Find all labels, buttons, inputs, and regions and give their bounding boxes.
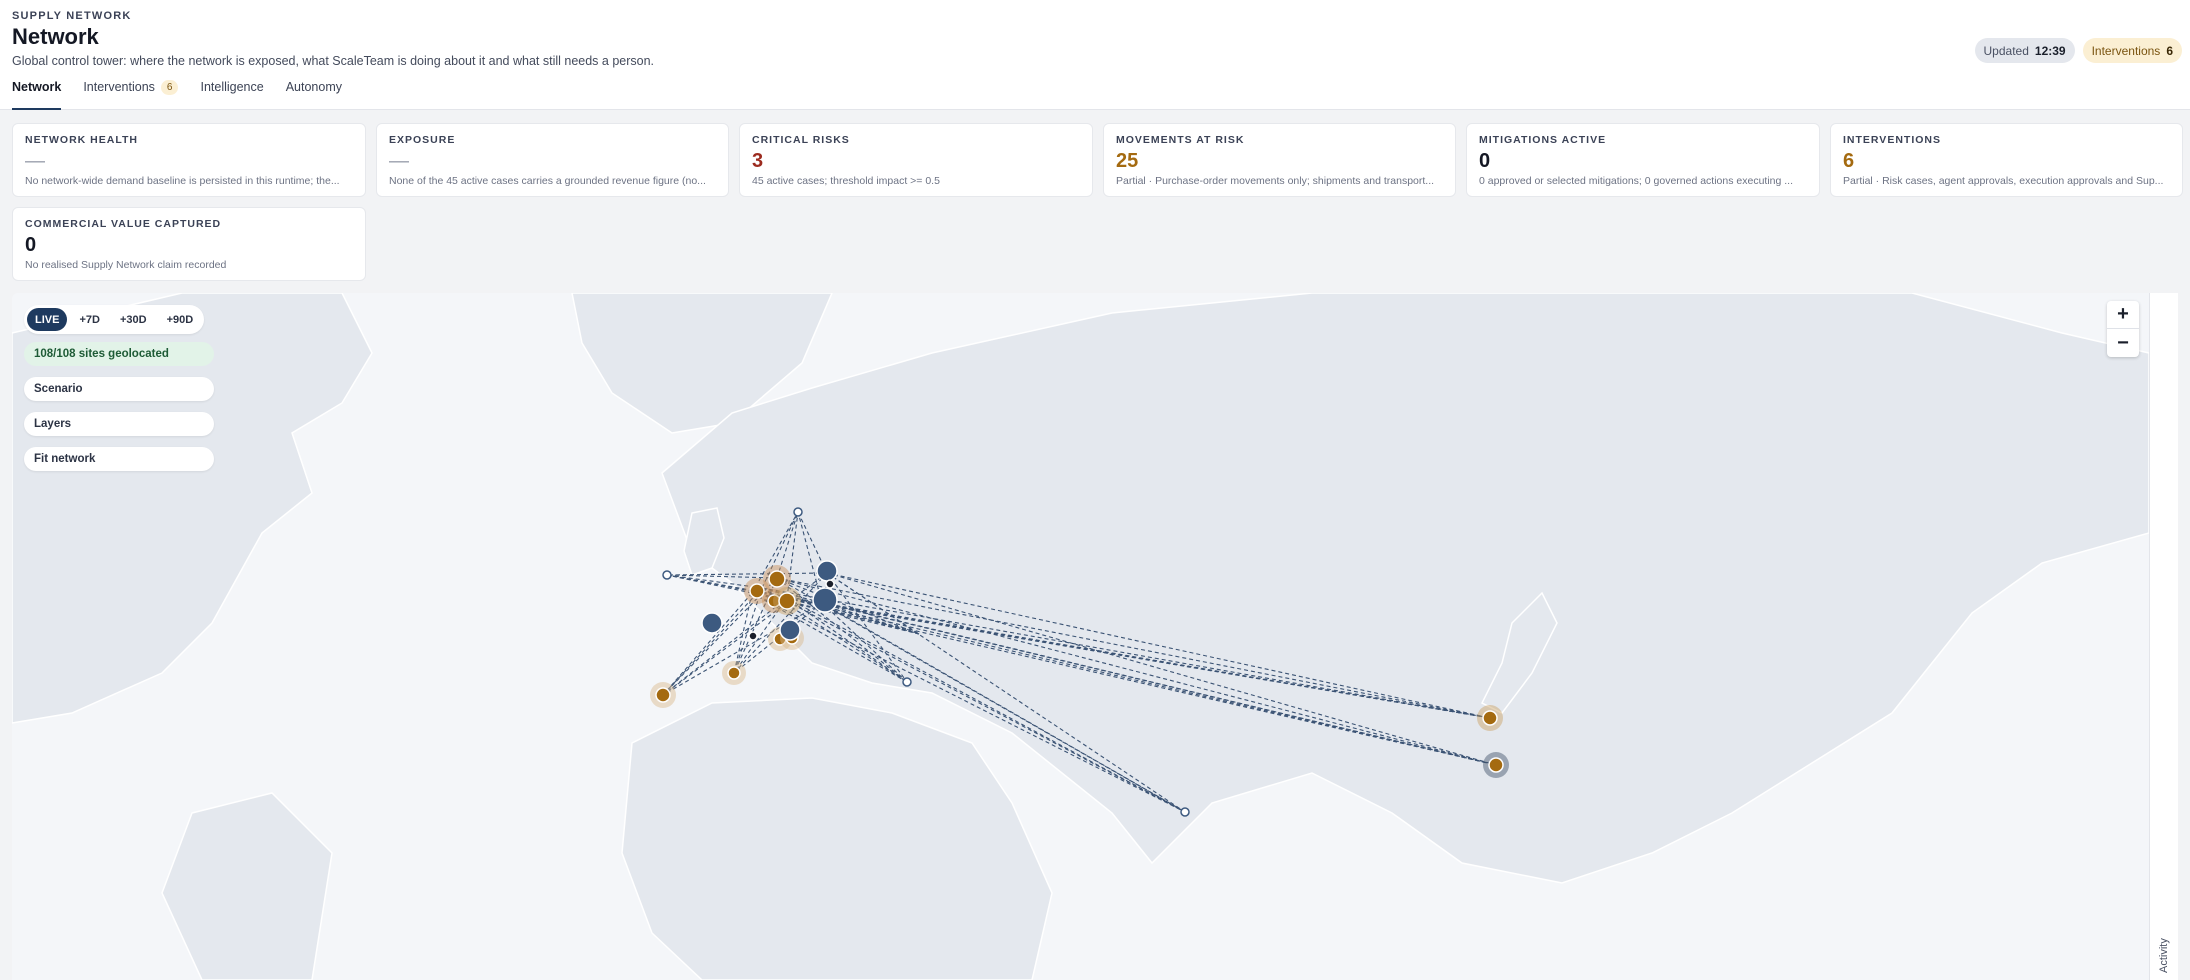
kpi-value: 0 xyxy=(1479,150,1491,172)
map-canvas[interactable] xyxy=(12,293,2149,980)
interventions-badge-count: 6 xyxy=(2166,43,2173,58)
site-node[interactable] xyxy=(816,560,838,582)
tab-network[interactable]: Network xyxy=(12,80,62,110)
updated-label: Updated xyxy=(1983,43,2029,58)
kpi-value: 25 xyxy=(1116,150,1139,172)
kpi-note: No network-wide demand baseline is persi… xyxy=(25,175,340,187)
risk-site-node[interactable] xyxy=(1482,710,1498,726)
kpi-note: No realised Supply Network claim recorde… xyxy=(25,259,227,271)
kpi-exposure[interactable]: EXPOSURE — None of the 45 active cases c… xyxy=(376,123,729,197)
page-header: SUPPLY NETWORK Network Global control to… xyxy=(0,0,2190,110)
risk-site-node[interactable] xyxy=(1488,757,1504,773)
zoom-controls: + − xyxy=(2107,301,2139,357)
risk-site-node[interactable] xyxy=(749,583,765,599)
tab-autonomy-label: Autonomy xyxy=(285,80,342,94)
tab-intelligence[interactable]: Intelligence xyxy=(200,80,263,110)
zoom-out-button[interactable]: − xyxy=(2107,329,2139,357)
site-node[interactable] xyxy=(701,612,723,634)
kpi-label: NETWORK HEALTH xyxy=(25,134,138,146)
tab-interventions[interactable]: Interventions 6 xyxy=(83,80,179,110)
header-status-pills: Updated 12:39 Interventions 6 xyxy=(1974,38,2182,63)
land-africa xyxy=(621,697,1053,980)
kpi-note: Partial · Purchase-order movements only;… xyxy=(1116,175,1435,187)
kpi-value: 3 xyxy=(752,150,764,172)
site-node[interactable] xyxy=(812,587,838,613)
kpi-label: EXPOSURE xyxy=(389,134,456,146)
kpi-value: 0 xyxy=(25,234,37,256)
kpi-mitigations-active[interactable]: MITIGATIONS ACTIVE 0 0 approved or selec… xyxy=(1466,123,1820,197)
site-node[interactable] xyxy=(793,507,803,517)
kpi-note: Partial · Risk cases, agent approvals, e… xyxy=(1843,175,2164,187)
tab-bar: Network Interventions 6 Intelligence Aut… xyxy=(12,80,342,110)
zoom-in-button[interactable]: + xyxy=(2107,301,2139,329)
section-eyebrow: SUPPLY NETWORK xyxy=(12,10,132,22)
site-node[interactable] xyxy=(825,579,835,589)
kpi-critical-risks[interactable]: CRITICAL RISKS 3 45 active cases; thresh… xyxy=(739,123,1093,197)
kpi-value: — xyxy=(389,150,409,172)
fit-network-button[interactable]: Fit network xyxy=(24,447,214,471)
tab-interventions-badge: 6 xyxy=(160,80,179,95)
site-node[interactable] xyxy=(779,619,801,641)
land-masses xyxy=(12,293,2149,980)
kpi-note: 45 active cases; threshold impact >= 0.5 xyxy=(752,175,940,187)
site-node[interactable] xyxy=(1180,807,1190,817)
kpi-label: INTERVENTIONS xyxy=(1843,134,1941,146)
risk-site-node[interactable] xyxy=(768,570,786,588)
updated-time: 12:39 xyxy=(2034,43,2066,58)
site-node[interactable] xyxy=(748,631,758,641)
scenario-button[interactable]: Scenario xyxy=(24,377,214,401)
layers-button[interactable]: Layers xyxy=(24,412,214,436)
interventions-badge-label: Interventions xyxy=(2091,43,2161,58)
risk-site-node[interactable] xyxy=(655,687,671,703)
kpi-label: CRITICAL RISKS xyxy=(752,134,850,146)
tab-interventions-label: Interventions xyxy=(83,80,155,94)
page-subtitle: Global control tower: where the network … xyxy=(12,54,655,68)
geolocated-status-badge: 108/108 sites geolocated xyxy=(24,342,214,366)
kpi-note: None of the 45 active cases carries a gr… xyxy=(389,175,706,187)
horizon-30d[interactable]: +30D xyxy=(112,308,155,331)
horizon-selector: LIVE +7D +30D +90D xyxy=(24,305,205,334)
page-title: Network xyxy=(12,24,99,49)
kpi-movements-at-risk[interactable]: MOVEMENTS AT RISK 25 Partial · Purchase-… xyxy=(1103,123,1456,197)
kpi-value: 6 xyxy=(1843,150,1855,172)
activity-rail-label: Activity xyxy=(2158,938,2170,973)
site-node[interactable] xyxy=(902,677,912,687)
supply-lane xyxy=(662,587,763,696)
kpi-label: MITIGATIONS ACTIVE xyxy=(1479,134,1607,146)
tab-autonomy[interactable]: Autonomy xyxy=(286,80,342,110)
risk-site-node[interactable] xyxy=(778,592,796,610)
kpi-label: MOVEMENTS AT RISK xyxy=(1116,134,1245,146)
horizon-7d[interactable]: +7D xyxy=(71,308,108,331)
kpi-note: 0 approved or selected mitigations; 0 go… xyxy=(1479,175,1794,187)
kpi-label: COMMERCIAL VALUE CAPTURED xyxy=(25,218,222,230)
tab-network-label: Network xyxy=(12,80,62,94)
kpi-network-health[interactable]: NETWORK HEALTH — No network-wide demand … xyxy=(12,123,366,197)
site-node[interactable] xyxy=(662,570,672,580)
tab-intelligence-label: Intelligence xyxy=(200,80,264,94)
risk-site-node[interactable] xyxy=(727,666,741,680)
interventions-badge[interactable]: Interventions 6 xyxy=(2082,38,2182,63)
updated-badge: Updated 12:39 xyxy=(1974,38,2075,63)
kpi-interventions[interactable]: INTERVENTIONS 6 Partial · Risk cases, ag… xyxy=(1830,123,2183,197)
horizon-live[interactable]: LIVE xyxy=(27,308,68,331)
land-south-america xyxy=(161,792,333,980)
network-map[interactable]: LIVE +7D +30D +90D 108/108 sites geoloca… xyxy=(12,293,2149,980)
activity-rail[interactable]: Activity xyxy=(2149,293,2178,980)
horizon-90d[interactable]: +90D xyxy=(159,308,202,331)
kpi-value: — xyxy=(25,150,45,172)
kpi-commercial-value[interactable]: COMMERCIAL VALUE CAPTURED 0 No realised … xyxy=(12,207,366,281)
